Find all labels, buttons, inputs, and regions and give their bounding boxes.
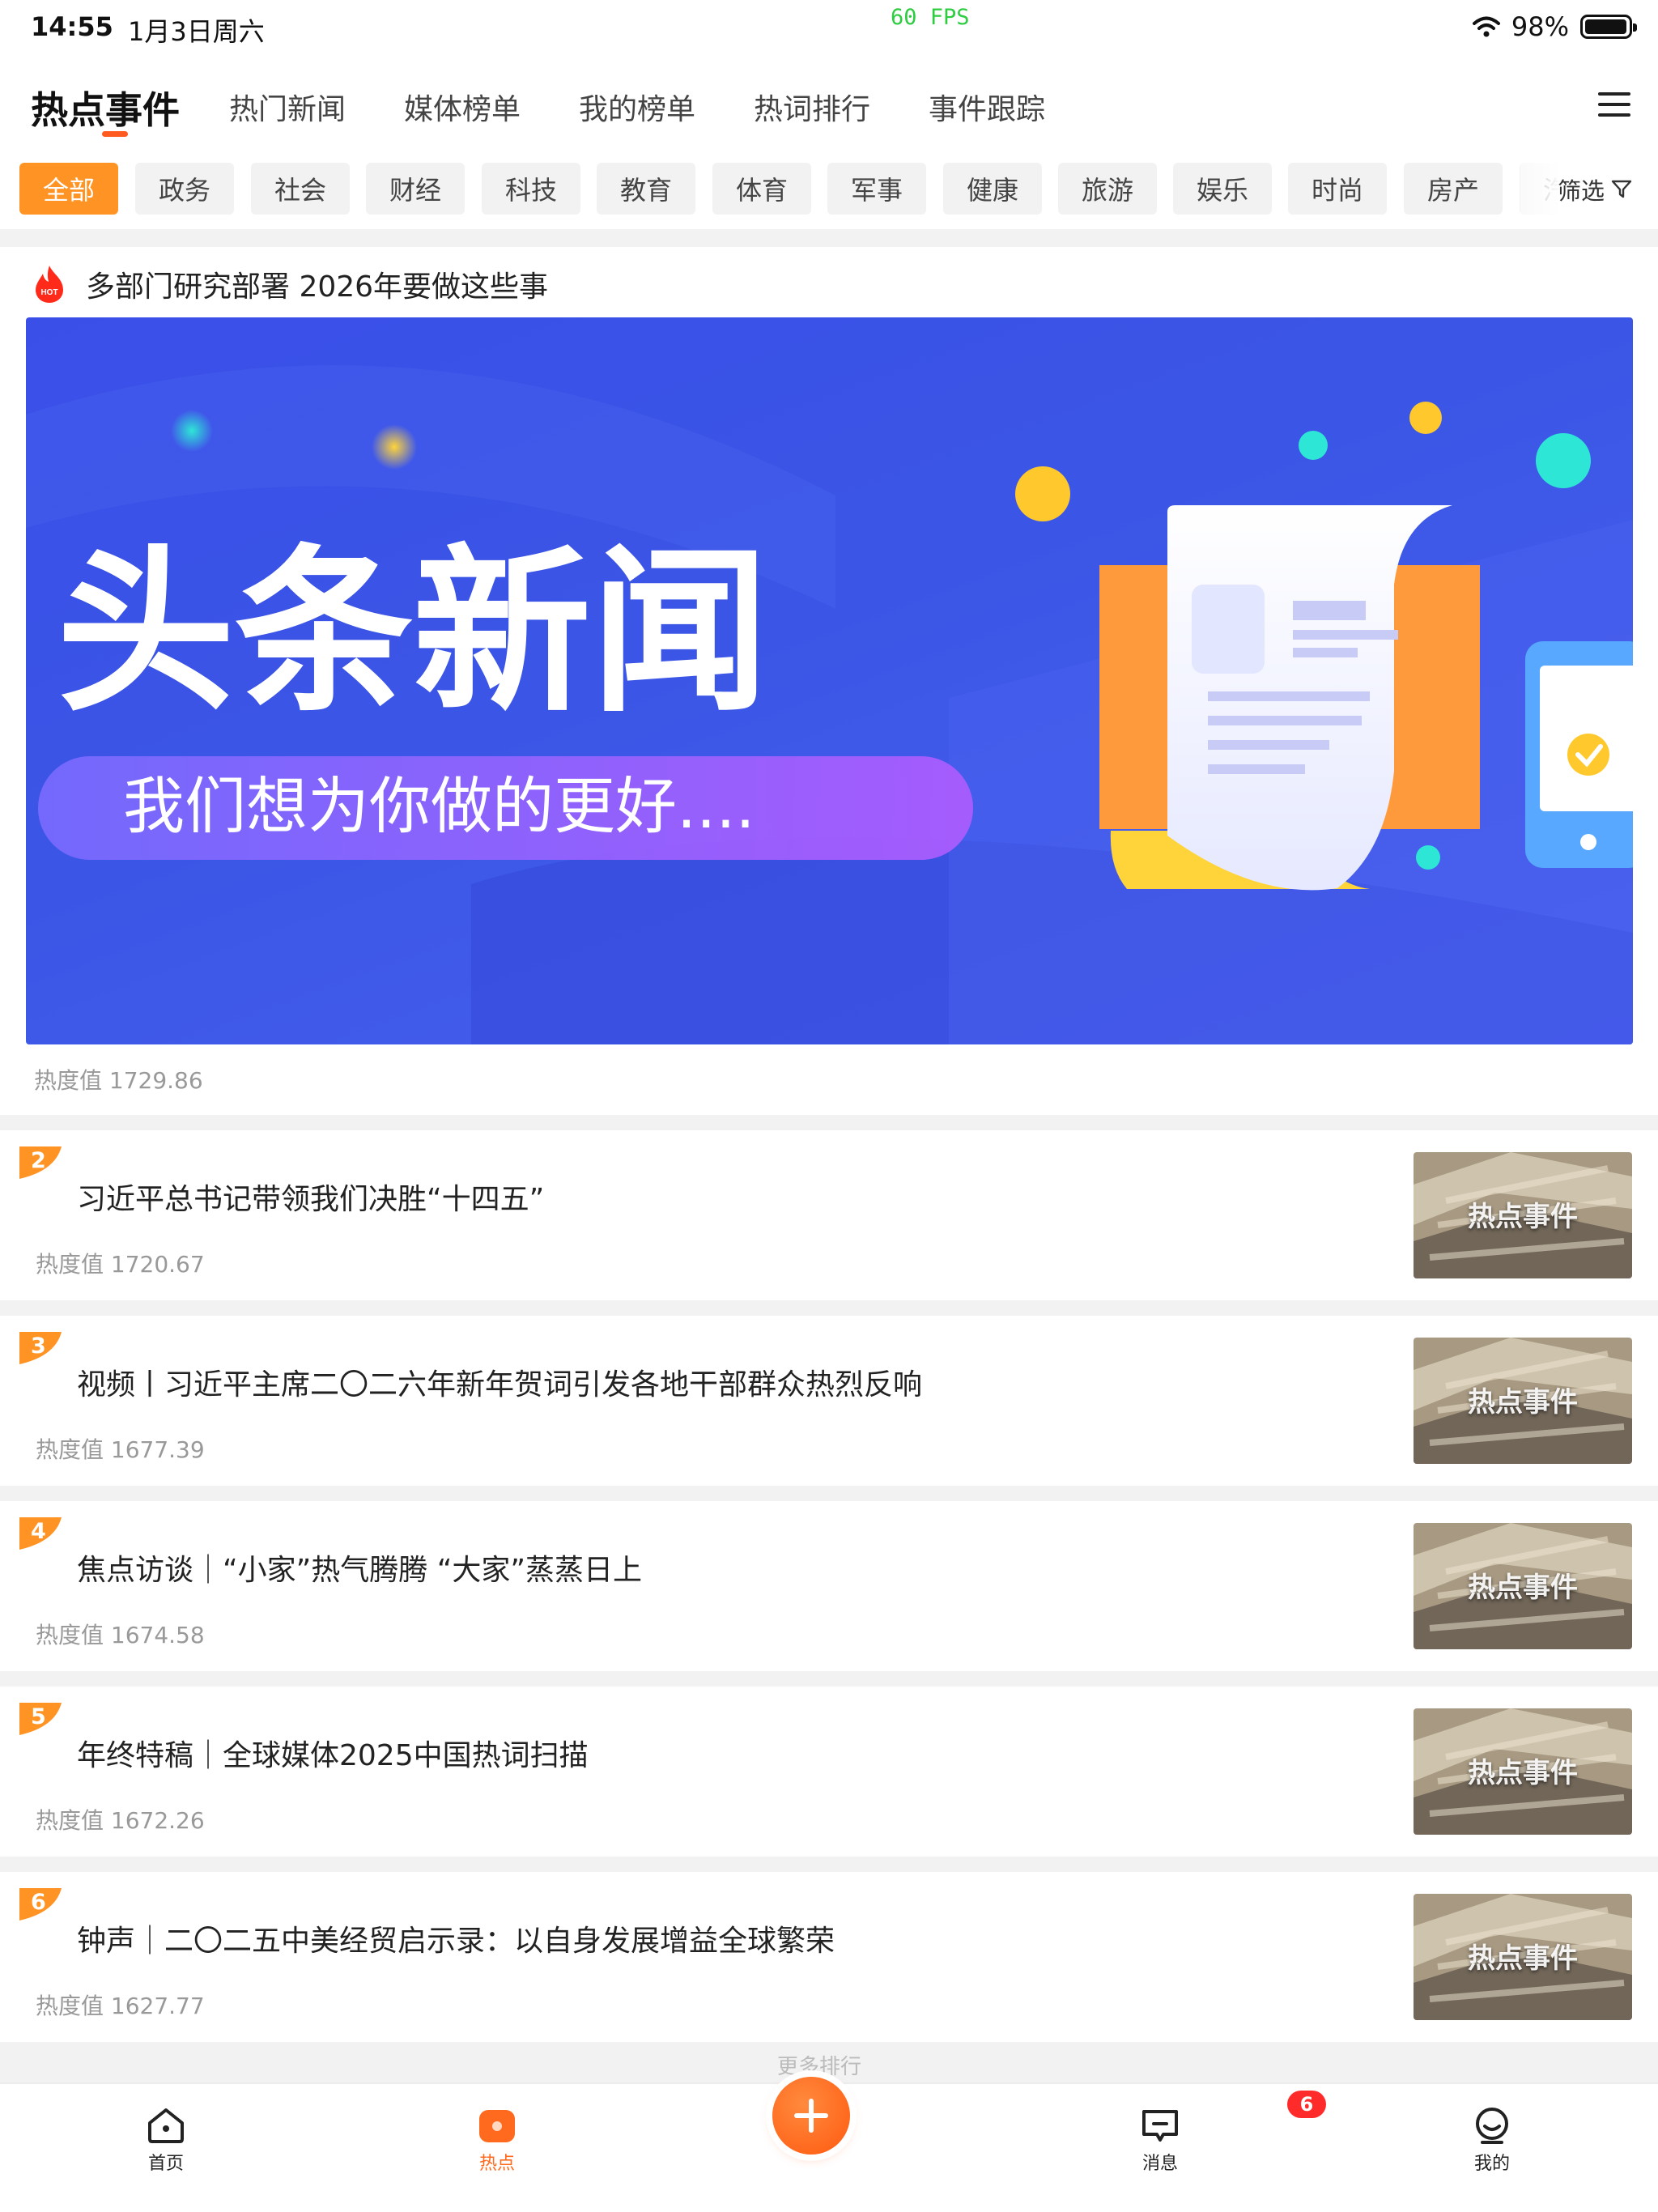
battery-icon [1580,15,1637,39]
battery-percent: 98% [1511,11,1569,42]
headline-banner[interactable]: 头条新闻 我们想为你做的更好.... [26,317,1633,1044]
tabbar-messages[interactable]: 消息 [1103,2107,1217,2175]
tabbar-hot[interactable]: 热点 [440,2107,554,2175]
category-chip-all[interactable]: 全部 [19,163,118,215]
list-item[interactable]: 4 焦点访谈｜“小家”热气腾腾 “大家”蒸蒸日上 热度值 1674.58 热点事… [0,1501,1658,1671]
fps-counter: 60 FPS [891,5,970,30]
category-chip[interactable]: 科技 [482,163,580,215]
banner-illustration: 头条新闻 我们想为你做的更好.... [26,365,1633,1044]
hot-tab-icon [479,2110,515,2142]
message-badge: 6 [1287,2091,1326,2118]
add-button[interactable] [772,2077,850,2155]
thumbnail-label: 热点事件 [1468,1386,1578,1419]
banner-slogan: 我们想为你做的更好.... [123,770,755,842]
category-chip[interactable]: 社会 [251,163,350,215]
list-item[interactable]: 5 年终特稿｜全球媒体2025中国热词扫描 热度值 1672.26 热点事件 [0,1687,1658,1857]
profile-icon [1476,2108,1508,2144]
rank-badge: 2 [19,1146,62,1179]
thumbnail-label: 热点事件 [1468,1757,1578,1789]
top-story-heat: 热度值 1729.86 [34,1067,203,1094]
category-chip[interactable]: 娱乐 [1173,163,1272,215]
filter-button[interactable]: 筛选 [1520,150,1658,229]
item-title: 焦点访谈｜“小家”热气腾腾 “大家”蒸蒸日上 [77,1554,643,1587]
item-thumbnail[interactable]: 热点事件 [1414,1708,1632,1835]
category-chip[interactable]: 旅游 [1058,163,1157,215]
tabbar-hot-label: 热点 [478,2154,515,2174]
status-bar: 14:55 1月3日周六 60 FPS 98% [0,0,1658,57]
wifi-icon [1472,16,1500,37]
category-chip[interactable]: 健康 [943,163,1042,215]
tab-media-rank[interactable]: 媒体榜单 [404,86,521,128]
hot-badge-text: HOT [40,288,57,297]
active-tab-indicator [102,131,128,137]
list-item[interactable]: 2 习近平总书记带领我们决胜“十四五” 热度值 1720.67 热点事件 [0,1130,1658,1300]
tab-my-rank[interactable]: 我的榜单 [579,86,695,128]
top-nav: 热点事件 热门新闻 媒体榜单 我的榜单 热词排行 事件跟踪 [0,57,1658,150]
item-thumbnail[interactable]: 热点事件 [1414,1894,1632,2020]
list-item[interactable]: 3 视频丨习近平主席二〇二六年新年贺词引发各地干部群众热烈反响 热度值 1677… [0,1316,1658,1486]
thumbnail-label: 热点事件 [1468,1201,1578,1233]
category-chip[interactable]: 财经 [366,163,465,215]
category-bar: 全部 政务 社会 财经 科技 教育 体育 军事 健康 旅游 娱乐 时尚 房产 汽… [0,150,1658,229]
rank-badge: 3 [19,1332,62,1364]
status-date: 1月3日周六 [128,16,265,47]
tab-hot-events[interactable]: 热点事件 [31,81,180,134]
item-title: 视频丨习近平主席二〇二六年新年贺词引发各地干部群众热烈反响 [77,1368,923,1402]
category-chip[interactable]: 体育 [712,163,811,215]
tab-hot-news[interactable]: 热门新闻 [229,86,346,128]
item-heat: 热度值 1677.39 [36,1436,205,1463]
item-title: 钟声｜二〇二五中美经贸启示录：以自身发展增益全球繁荣 [77,1925,835,1958]
category-chip[interactable]: 教育 [597,163,695,215]
category-chip[interactable]: 军事 [827,163,926,215]
item-heat: 热度值 1672.26 [36,1807,205,1834]
rank-badge: 4 [19,1517,62,1550]
top-story-title: 多部门研究部署 2026年要做这些事 [86,270,549,304]
rank-badge: 6 [19,1888,62,1921]
home-icon [148,2108,184,2143]
banner-headline: 头条新闻 [57,529,769,736]
menu-icon[interactable] [1598,92,1630,117]
category-chip[interactable]: 房产 [1404,163,1503,215]
filter-label: 筛选 [1557,177,1605,205]
item-heat: 热度值 1674.58 [36,1622,205,1648]
list-item[interactable]: 6 钟声｜二〇二五中美经贸启示录：以自身发展增益全球繁荣 热度值 1627.77… [0,1872,1658,2042]
thumbnail-label: 热点事件 [1468,1942,1578,1975]
tabbar-mine-label: 我的 [1473,2154,1510,2174]
item-thumbnail[interactable]: 热点事件 [1414,1523,1632,1649]
status-time: 14:55 [31,11,113,42]
item-thumbnail[interactable]: 热点事件 [1414,1152,1632,1278]
item-heat: 热度值 1627.77 [36,1993,205,2019]
tabbar-home[interactable]: 首页 [109,2107,223,2175]
hot-flame-icon: HOT [36,266,63,303]
rank-badge: 5 [19,1703,62,1735]
message-icon [1142,2110,1178,2142]
thumbnail-label: 热点事件 [1468,1572,1578,1604]
item-thumbnail[interactable]: 热点事件 [1414,1338,1632,1464]
category-chip[interactable]: 政务 [135,163,234,215]
tabbar-home-label: 首页 [147,2154,184,2174]
top-story-card[interactable]: HOT 多部门研究部署 2026年要做这些事 头条新闻 我们想为你做的更好...… [0,247,1658,1115]
more-rankings-link[interactable]: 更多排行 [777,2050,861,2080]
item-heat: 热度值 1720.67 [36,1251,205,1278]
tabbar-mine[interactable]: 我的 [1435,2107,1549,2175]
tab-event-tracking[interactable]: 事件跟踪 [929,86,1045,128]
tabbar-messages-label: 消息 [1141,2154,1178,2174]
tab-hot-words[interactable]: 热词排行 [754,86,870,128]
item-title: 习近平总书记带领我们决胜“十四五” [77,1183,545,1216]
filter-icon [1611,180,1632,198]
category-chip[interactable]: 时尚 [1288,163,1387,215]
item-title: 年终特稿｜全球媒体2025中国热词扫描 [77,1739,589,1772]
